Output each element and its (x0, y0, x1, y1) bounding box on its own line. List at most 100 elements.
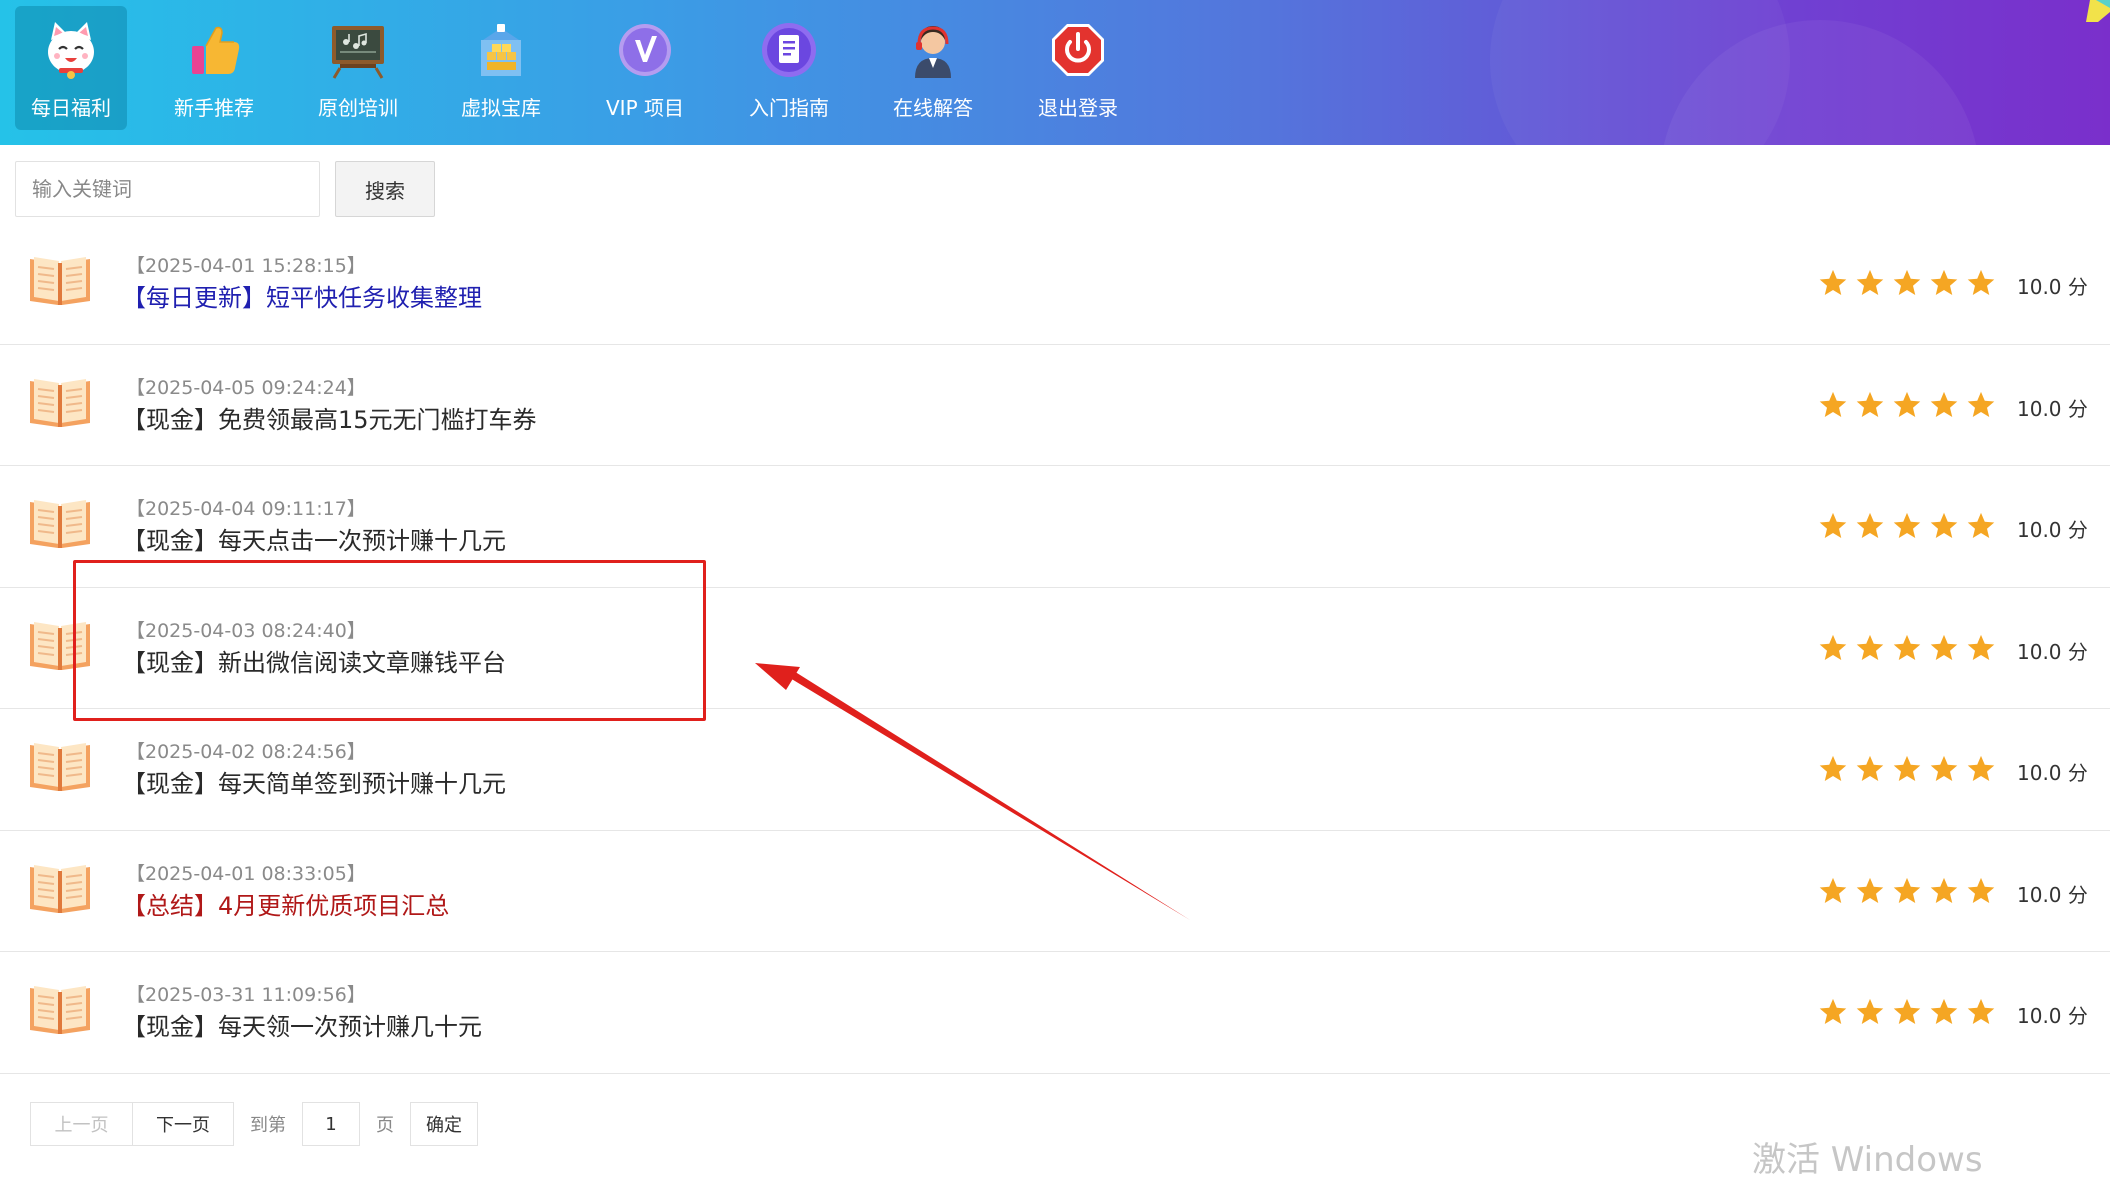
nav-item-label: VIP 项目 (606, 96, 684, 120)
item-title-link[interactable]: 【现金】每天领一次预计赚几十元 (122, 1007, 482, 1042)
support-agent-icon (915, 26, 951, 78)
star-icon (1856, 634, 1884, 660)
star-icon (1893, 512, 1921, 538)
nav-item-label: 原创培训 (318, 96, 398, 120)
list-item[interactable]: 【2025-04-01 08:33:05】 【总结】4月更新优质项目汇总 10.… (0, 831, 2110, 952)
list-item[interactable]: 【2025-04-01 15:28:15】 【每日更新】短平快任务收集整理 10… (0, 223, 2110, 345)
nav-item-label: 入门指南 (749, 96, 829, 120)
open-book-icon (30, 621, 90, 670)
nav-item-daily-welfare[interactable]: 每日福利 (15, 6, 127, 130)
nav-item-beginner-picks[interactable]: 新手推荐 (158, 6, 270, 130)
star-icon (1967, 877, 1995, 903)
list-item[interactable]: 【2025-03-31 11:09:56】 【现金】每天领一次预计赚几十元 10… (0, 952, 2110, 1074)
open-book-icon (30, 378, 90, 427)
star-icon (1819, 755, 1847, 781)
nav-item-vip-projects[interactable]: VIP 项目 (589, 6, 701, 130)
rating-stars (1818, 511, 1996, 541)
item-title-link[interactable]: 【现金】新出微信阅读文章赚钱平台 (122, 643, 506, 678)
item-date: 【2025-04-02 08:24:56】 (126, 741, 366, 763)
search-button[interactable]: 搜索 (335, 161, 435, 217)
lucky-cat-icon (48, 22, 94, 79)
nav-item-original-training[interactable]: 原创培训 (302, 6, 414, 130)
item-score: 10.0 分 (2017, 518, 2088, 542)
nav-item-label: 退出登录 (1038, 96, 1118, 120)
prev-page-button[interactable]: 上一页 (30, 1102, 133, 1146)
star-icon (1893, 755, 1921, 781)
nav-item-label: 虚拟宝库 (461, 96, 541, 120)
rating-stars (1818, 633, 1996, 663)
goto-label: 到第 (250, 1115, 286, 1136)
item-title-link[interactable]: 【现金】每天点击一次预计赚十几元 (122, 521, 506, 556)
page-unit-label: 页 (376, 1115, 394, 1136)
list-item[interactable]: 【2025-04-05 09:24:24】 【现金】免费领最高15元无门槛打车券… (0, 345, 2110, 466)
item-title-link[interactable]: 【总结】4月更新优质项目汇总 (122, 886, 449, 921)
star-icon (1893, 391, 1921, 417)
item-date: 【2025-04-01 15:28:15】 (126, 255, 366, 277)
nav-item-virtual-treasury[interactable]: 虚拟宝库 (445, 6, 557, 130)
corner-decoration-icon (2086, 0, 2110, 22)
item-score: 10.0 分 (2017, 882, 2088, 907)
star-icon (1819, 634, 1847, 660)
star-icon (1819, 998, 1847, 1024)
star-icon (1930, 634, 1958, 660)
item-score: 10.0 分 (2017, 396, 2088, 421)
thumbs-up-icon (192, 26, 240, 74)
nav-item-online-answers[interactable]: 在线解答 (877, 6, 989, 130)
star-icon (1819, 391, 1847, 417)
star-icon (1930, 998, 1958, 1024)
nav-item-logout[interactable]: 退出登录 (1022, 6, 1134, 130)
item-title-link[interactable]: 【每日更新】短平快任务收集整理 (122, 278, 482, 313)
search-input[interactable] (15, 161, 320, 217)
rating-stars (1818, 268, 1996, 298)
next-page-button[interactable]: 下一页 (133, 1102, 234, 1146)
item-date: 【2025-04-04 09:11:17】 (126, 498, 366, 520)
star-icon (1930, 755, 1958, 781)
star-icon (1819, 877, 1847, 903)
star-icon (1930, 877, 1958, 903)
star-icon (1893, 998, 1921, 1024)
open-book-icon (30, 986, 90, 1034)
page-number-input[interactable] (302, 1102, 360, 1146)
item-date: 【2025-04-03 08:24:40】 (126, 619, 366, 642)
star-icon (1967, 512, 1995, 538)
star-icon (1856, 391, 1884, 417)
open-book-icon (30, 864, 90, 913)
pagination: 上一页 下一页 到第 页 确定 (30, 1102, 478, 1146)
list-item[interactable]: 【2025-04-03 08:24:40】 【现金】新出微信阅读文章赚钱平台 1… (0, 588, 2110, 709)
item-score: 10.0 分 (2017, 639, 2088, 664)
nav-item-label: 在线解答 (893, 96, 973, 120)
list-item[interactable]: 【2025-04-02 08:24:56】 【现金】每天简单签到预计赚十几元 1… (0, 709, 2110, 831)
open-book-icon (30, 500, 90, 548)
star-icon (1856, 512, 1884, 538)
star-icon (1856, 998, 1884, 1024)
star-icon (1967, 269, 1995, 295)
star-icon (1893, 634, 1921, 660)
article-list: 【2025-04-01 15:28:15】 【每日更新】短平快任务收集整理 10… (0, 223, 2110, 1074)
star-icon (1967, 755, 1995, 781)
item-date: 【2025-03-31 11:09:56】 (126, 984, 366, 1006)
star-icon (1930, 391, 1958, 417)
rating-stars (1818, 754, 1996, 784)
treasure-box-icon (481, 24, 521, 76)
star-icon (1893, 877, 1921, 903)
list-item[interactable]: 【2025-04-04 09:11:17】 【现金】每天点击一次预计赚十几元 1… (0, 466, 2110, 588)
item-title-link[interactable]: 【现金】免费领最高15元无门槛打车券 (122, 400, 537, 435)
nav-item-label: 新手推荐 (174, 96, 254, 120)
vip-badge-icon (619, 24, 671, 76)
windows-activation-watermark: 激活 Windows (1752, 1140, 1983, 1180)
rating-stars (1818, 876, 1996, 906)
item-title-link[interactable]: 【现金】每天简单签到预计赚十几元 (122, 764, 506, 799)
star-icon (1930, 512, 1958, 538)
star-icon (1819, 512, 1847, 538)
background-decoration (1490, 0, 1790, 145)
confirm-page-button[interactable]: 确定 (410, 1102, 478, 1146)
item-score: 10.0 分 (2017, 275, 2088, 299)
nav-item-beginner-guide[interactable]: 入门指南 (733, 6, 845, 130)
item-score: 10.0 分 (2017, 1004, 2088, 1028)
star-icon (1856, 877, 1884, 903)
nav-item-label: 每日福利 (31, 96, 111, 120)
item-score: 10.0 分 (2017, 761, 2088, 785)
power-off-icon (1052, 24, 1104, 76)
star-icon (1893, 269, 1921, 295)
star-icon (1856, 755, 1884, 781)
